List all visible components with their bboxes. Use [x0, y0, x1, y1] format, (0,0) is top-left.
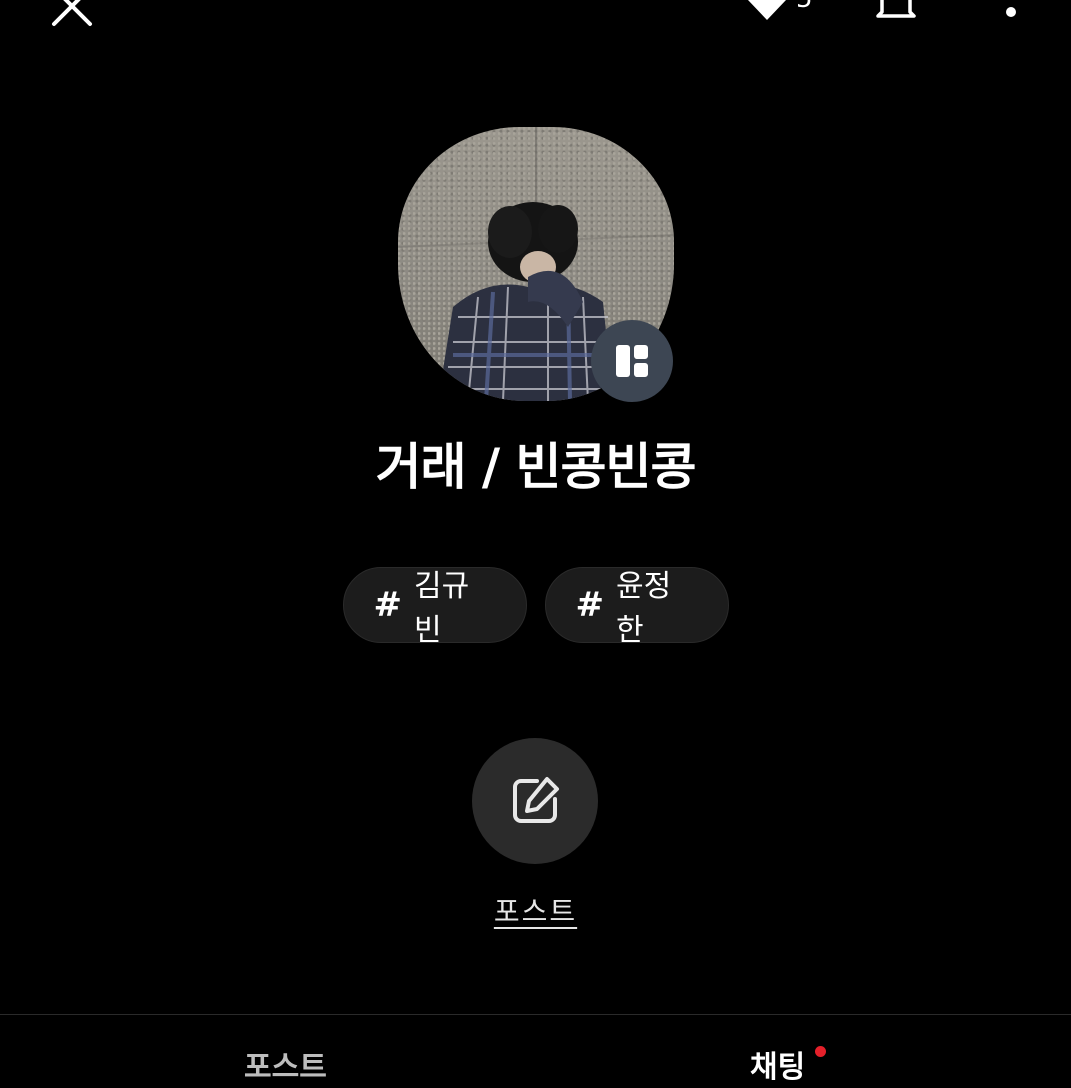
post-link[interactable]: 포스트 — [0, 890, 1071, 930]
tab-posts[interactable]: 포스트 — [244, 1048, 327, 1088]
close-icon — [52, 0, 92, 26]
hashtag-chip[interactable]: # 김규빈 — [342, 567, 527, 648]
like-count: 5 — [796, 0, 813, 12]
tab-divider — [0, 1014, 1071, 1015]
edit-icon — [513, 777, 559, 823]
board-layout-icon — [616, 345, 648, 377]
board-badge-button[interactable] — [591, 320, 673, 402]
close-button[interactable] — [44, 0, 100, 34]
tab-chat[interactable]: 채팅 — [750, 1048, 805, 1088]
like-button[interactable] — [744, 0, 790, 22]
write-post-button[interactable] — [472, 738, 598, 864]
profile-title: 거래 / 빈콩빈콩 — [375, 438, 696, 496]
more-vertical-icon — [1006, 7, 1016, 17]
hashtag-list: # 김규빈 # 윤정한 — [0, 567, 1071, 648]
bell-icon — [876, 0, 916, 18]
hashtag-label: 김규빈 — [414, 569, 470, 648]
hashtag-icon: # — [373, 585, 403, 625]
heart-icon — [748, 0, 786, 20]
chat-notification-dot — [815, 1046, 826, 1057]
more-button[interactable] — [998, 0, 1024, 26]
notification-button[interactable] — [868, 0, 924, 22]
hashtag-label: 윤정한 — [616, 569, 672, 648]
hashtag-chip[interactable]: # 윤정한 — [544, 567, 729, 648]
hashtag-icon: # — [575, 585, 605, 625]
